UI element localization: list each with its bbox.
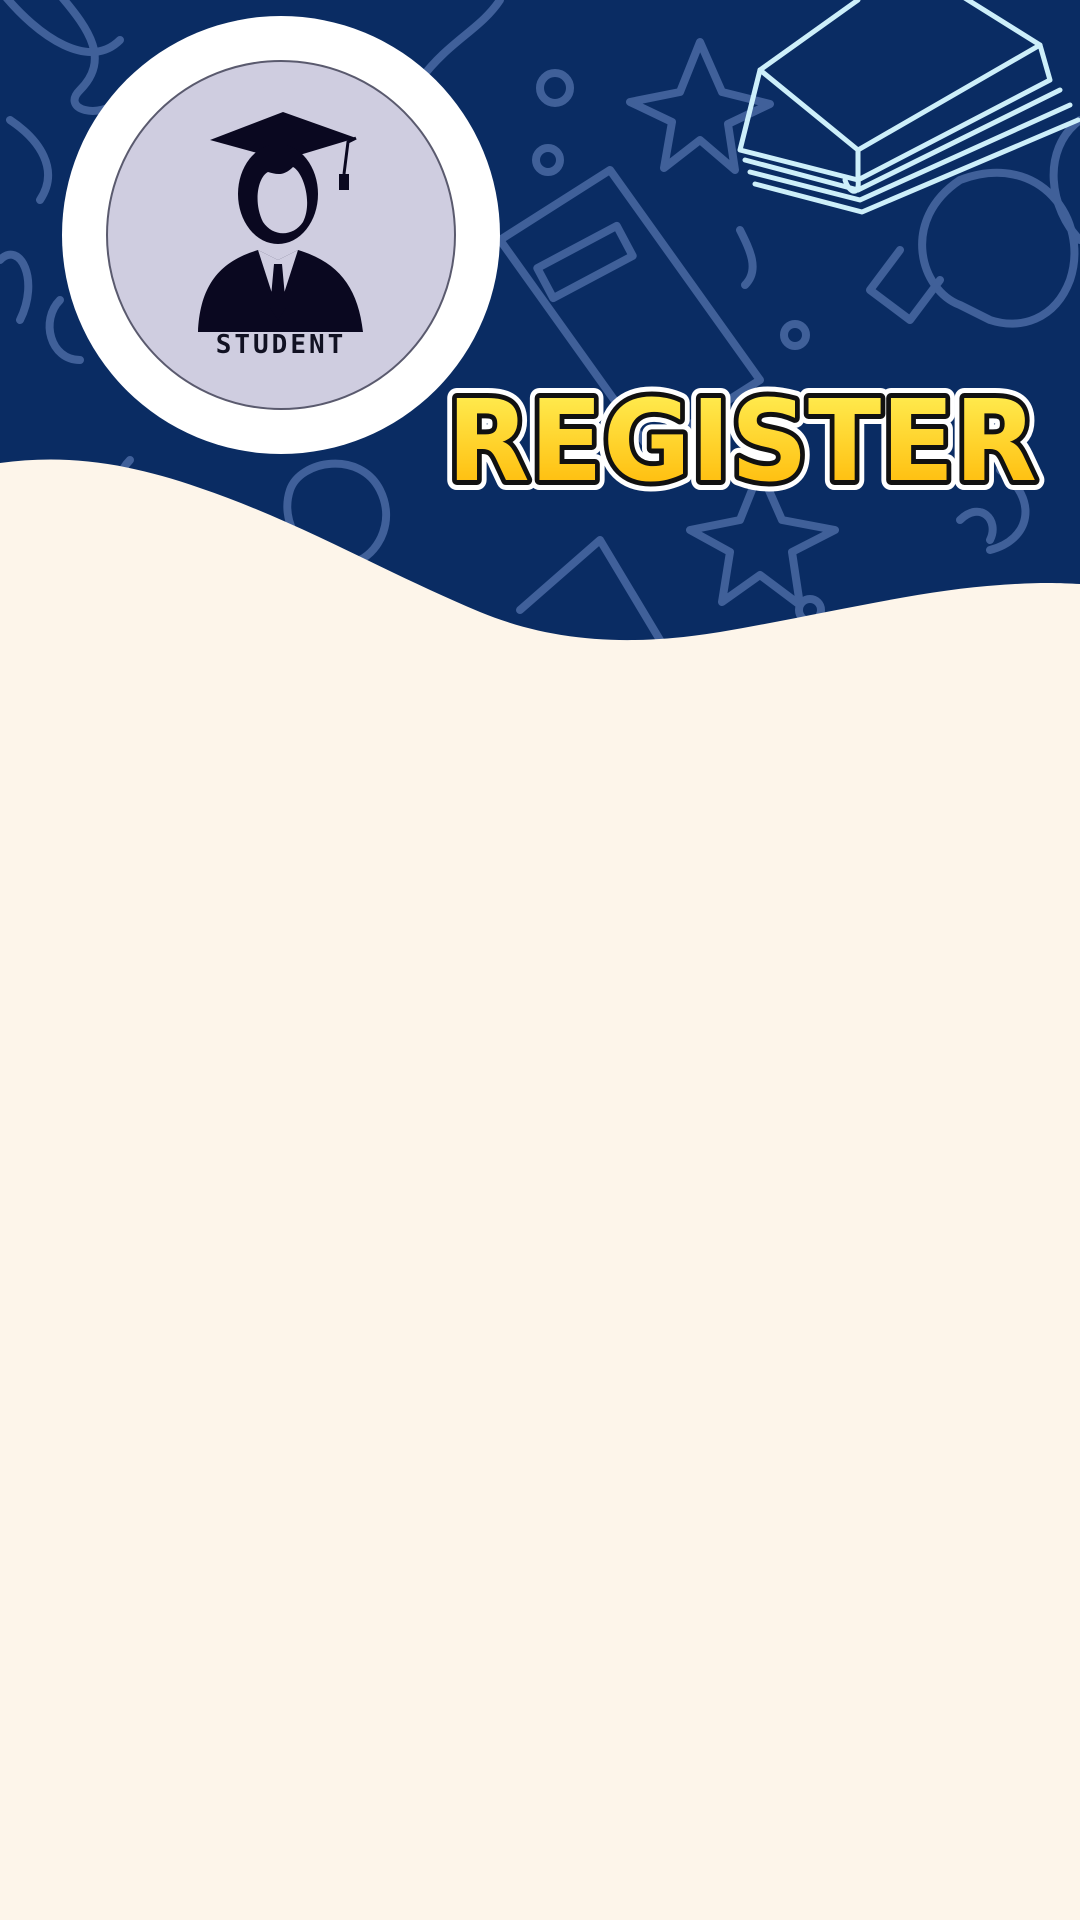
title-text: REGISTER <box>447 377 1037 502</box>
avatar: STUDENT <box>106 60 456 410</box>
register-screen: STUDENT REGISTER REGISTER REGISTER <box>0 0 1080 1920</box>
page-title: REGISTER REGISTER REGISTER <box>437 367 1047 517</box>
content-area <box>0 700 1080 1920</box>
avatar-caption: STUDENT <box>215 330 347 360</box>
